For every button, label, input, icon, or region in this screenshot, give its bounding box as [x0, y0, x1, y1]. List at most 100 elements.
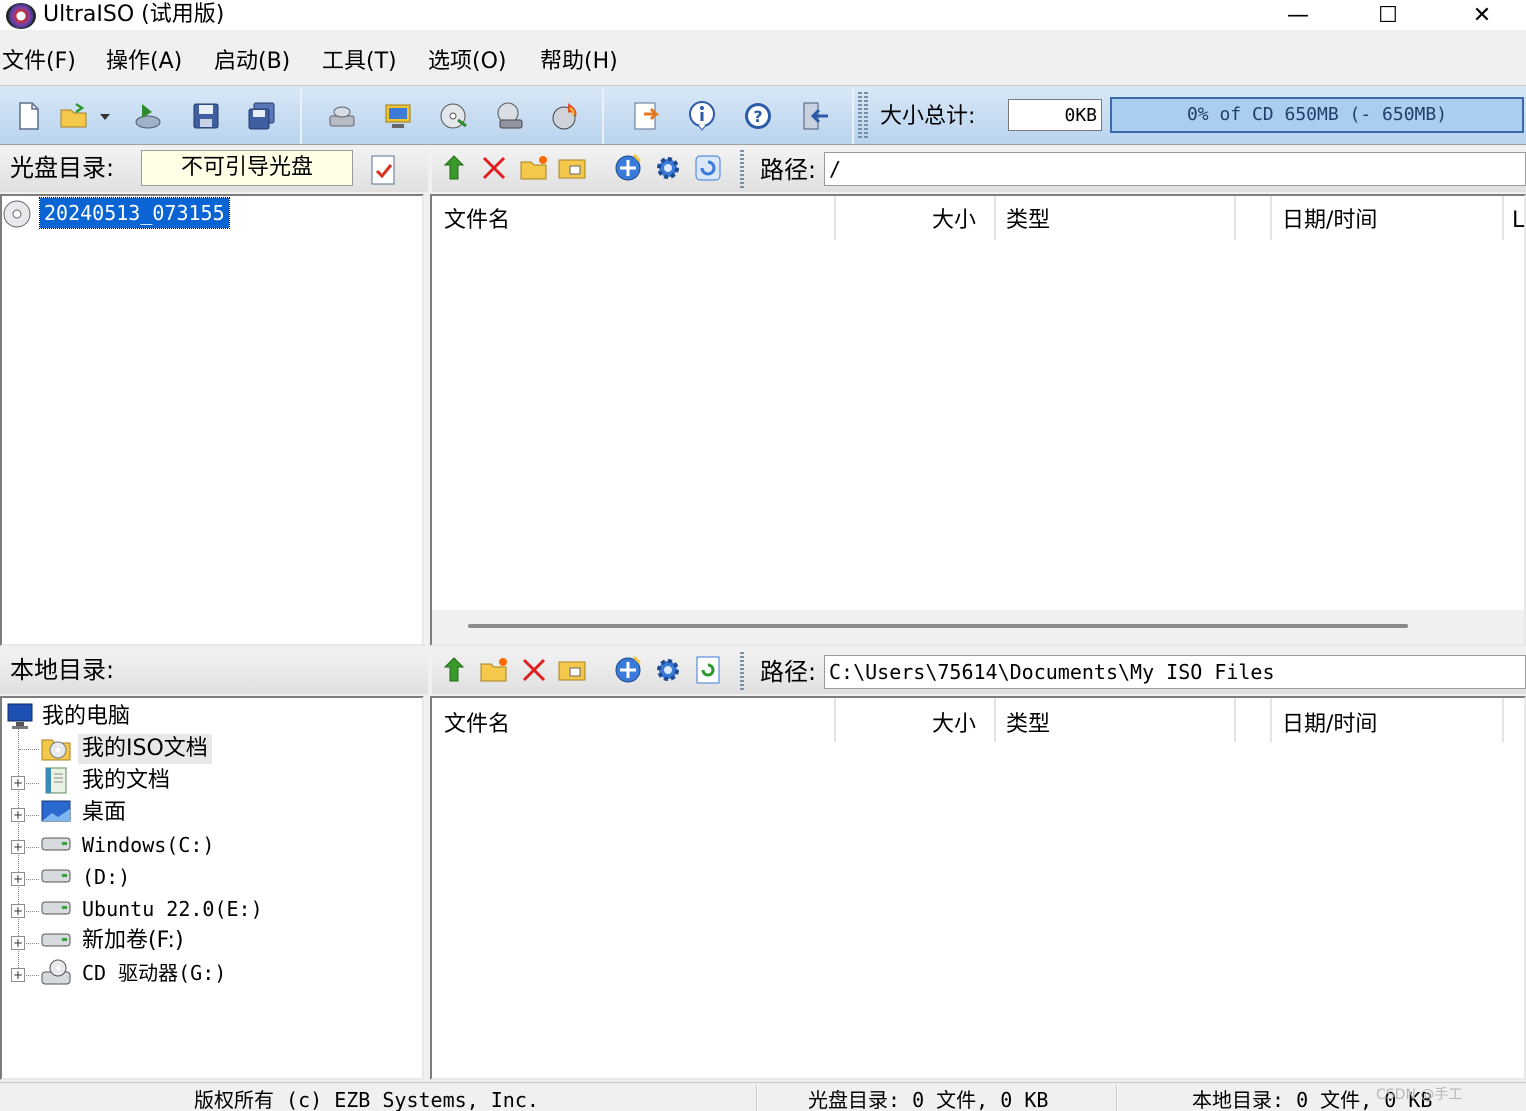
status-copyright: 版权所有 (c) EZB Systems, Inc.	[194, 1088, 539, 1111]
size-total-label: 大小总计:	[880, 104, 976, 129]
boot-properties-icon[interactable]	[368, 154, 400, 186]
burn-drive-icon[interactable]	[326, 100, 358, 132]
tree-line	[26, 847, 39, 848]
menu-options[interactable]: 选项(O)	[428, 46, 506, 78]
local-file-list[interactable]: 文件名 大小 类型 日期/时间	[430, 696, 1526, 1080]
column-type[interactable]: 类型	[1006, 710, 1050, 740]
iso-tree-panel[interactable]: 20240513_073155	[0, 194, 424, 646]
iso-path-label: 路径:	[760, 156, 817, 184]
mount-icon[interactable]	[382, 100, 414, 132]
compress-icon[interactable]	[494, 100, 526, 132]
rename-icon[interactable]	[556, 152, 588, 184]
delete-icon[interactable]	[478, 152, 510, 184]
tree-item-my-iso-docs[interactable]: 我的ISO文档	[78, 734, 212, 764]
column-separator[interactable]	[1234, 698, 1236, 742]
menu-bootable[interactable]: 启动(B)	[214, 46, 290, 78]
refresh-icon[interactable]	[692, 654, 724, 686]
save-as-icon[interactable]	[246, 100, 278, 132]
horizontal-scrollbar[interactable]	[432, 610, 1524, 644]
column-datetime[interactable]: 日期/时间	[1282, 206, 1377, 236]
maximize-button[interactable]: ☐	[1358, 0, 1418, 30]
column-separator[interactable]	[1270, 698, 1272, 742]
make-image-icon[interactable]	[438, 100, 470, 132]
column-size[interactable]: 大小	[932, 206, 976, 236]
column-separator[interactable]	[1502, 196, 1504, 240]
title-bar: UltraISO (试用版) — ☐ ✕	[0, 0, 1526, 30]
svg-text:?: ?	[753, 107, 762, 126]
add-to-image-icon[interactable]	[612, 654, 644, 686]
minimize-button[interactable]: —	[1268, 0, 1328, 30]
size-total-value: 0KB	[1008, 99, 1102, 131]
new-file-icon[interactable]	[12, 100, 44, 132]
info-icon[interactable]	[686, 100, 718, 132]
burn-cd-icon[interactable]	[550, 100, 582, 132]
menu-help[interactable]: 帮助(H)	[540, 46, 618, 78]
save-icon[interactable]	[190, 100, 222, 132]
iso-root-node[interactable]: 20240513_073155	[39, 197, 230, 229]
tree-item-desktop[interactable]: 桌面	[82, 798, 126, 828]
tree-item-drive-d[interactable]: (D:)	[82, 862, 130, 892]
tree-item-drive-f[interactable]: 新加卷(F:)	[82, 926, 184, 956]
local-tree-panel[interactable]: 我的电脑 我的ISO文档 + 我的文档 + 桌面 + Windows(C:) +…	[0, 696, 424, 1080]
expand-icon[interactable]: +	[11, 840, 25, 854]
menu-actions[interactable]: 操作(A)	[106, 46, 182, 78]
extract-icon[interactable]	[132, 100, 164, 132]
expand-icon[interactable]: +	[11, 872, 25, 886]
go-up-icon[interactable]	[438, 152, 470, 184]
add-files-icon[interactable]	[612, 152, 644, 184]
rename-icon[interactable]	[556, 654, 588, 686]
options-icon[interactable]	[630, 100, 662, 132]
status-local-summary: 本地目录: 0 文件, 0 KB	[1192, 1088, 1433, 1111]
delete-icon[interactable]	[518, 654, 550, 686]
open-dropdown-icon[interactable]	[96, 100, 114, 132]
column-filename[interactable]: 文件名	[444, 206, 510, 236]
tree-item-drive-e[interactable]: Ubuntu 22.0(E:)	[82, 894, 263, 924]
expand-icon[interactable]: +	[11, 904, 25, 918]
new-folder-icon[interactable]	[518, 152, 550, 184]
cd-capacity-bar[interactable]: 0% of CD 650MB (- 650MB)	[1110, 97, 1524, 133]
exit-icon[interactable]	[800, 100, 832, 132]
expand-icon[interactable]: +	[11, 936, 25, 950]
column-lba[interactable]: L	[1512, 206, 1524, 236]
drive-icon	[40, 926, 72, 954]
expand-icon[interactable]: +	[11, 808, 25, 822]
menu-tools[interactable]: 工具(T)	[322, 46, 397, 78]
scrollbar-thumb[interactable]	[468, 624, 1408, 628]
local-path-field[interactable]: C:\Users\75614\Documents\My ISO Files	[824, 655, 1526, 689]
column-separator[interactable]	[1502, 698, 1504, 742]
local-pane-header: 本地目录:	[0, 650, 428, 694]
column-separator[interactable]	[994, 698, 996, 742]
status-divider	[1116, 1085, 1118, 1111]
new-folder-icon[interactable]	[478, 654, 510, 686]
column-separator[interactable]	[1234, 196, 1236, 240]
tree-item-cd-drive-g[interactable]: CD 驱动器(G:)	[82, 958, 226, 988]
iso-pane-label: 光盘目录:	[10, 154, 115, 182]
iso-path-field[interactable]: /	[824, 152, 1526, 186]
open-icon[interactable]	[58, 100, 90, 132]
tree-item-my-documents[interactable]: 我的文档	[82, 766, 170, 796]
properties-gear-icon[interactable]	[652, 152, 684, 184]
expand-icon[interactable]: +	[11, 776, 25, 790]
column-separator[interactable]	[994, 196, 996, 240]
properties-gear-icon[interactable]	[652, 654, 684, 686]
expand-icon[interactable]: +	[11, 968, 25, 982]
close-button[interactable]: ✕	[1452, 0, 1512, 30]
cd-image-icon	[2, 200, 34, 228]
menu-file[interactable]: 文件(F)	[2, 46, 76, 78]
column-separator[interactable]	[1270, 196, 1272, 240]
column-separator[interactable]	[834, 196, 836, 240]
iso-file-list[interactable]: 文件名 大小 类型 日期/时间 L	[430, 194, 1526, 646]
column-datetime[interactable]: 日期/时间	[1282, 710, 1377, 740]
column-filename[interactable]: 文件名	[444, 710, 510, 740]
column-separator[interactable]	[834, 698, 836, 742]
drive-icon	[40, 830, 72, 858]
column-size[interactable]: 大小	[932, 710, 976, 740]
column-type[interactable]: 类型	[1006, 206, 1050, 236]
local-path-label: 路径:	[760, 658, 817, 686]
go-up-icon[interactable]	[438, 654, 470, 686]
refresh-icon[interactable]	[692, 152, 724, 184]
tree-item-my-computer[interactable]: 我的电脑	[42, 702, 130, 732]
tree-line	[19, 749, 39, 750]
tree-item-drive-c[interactable]: Windows(C:)	[82, 830, 214, 860]
help-icon[interactable]: ?	[742, 100, 774, 132]
